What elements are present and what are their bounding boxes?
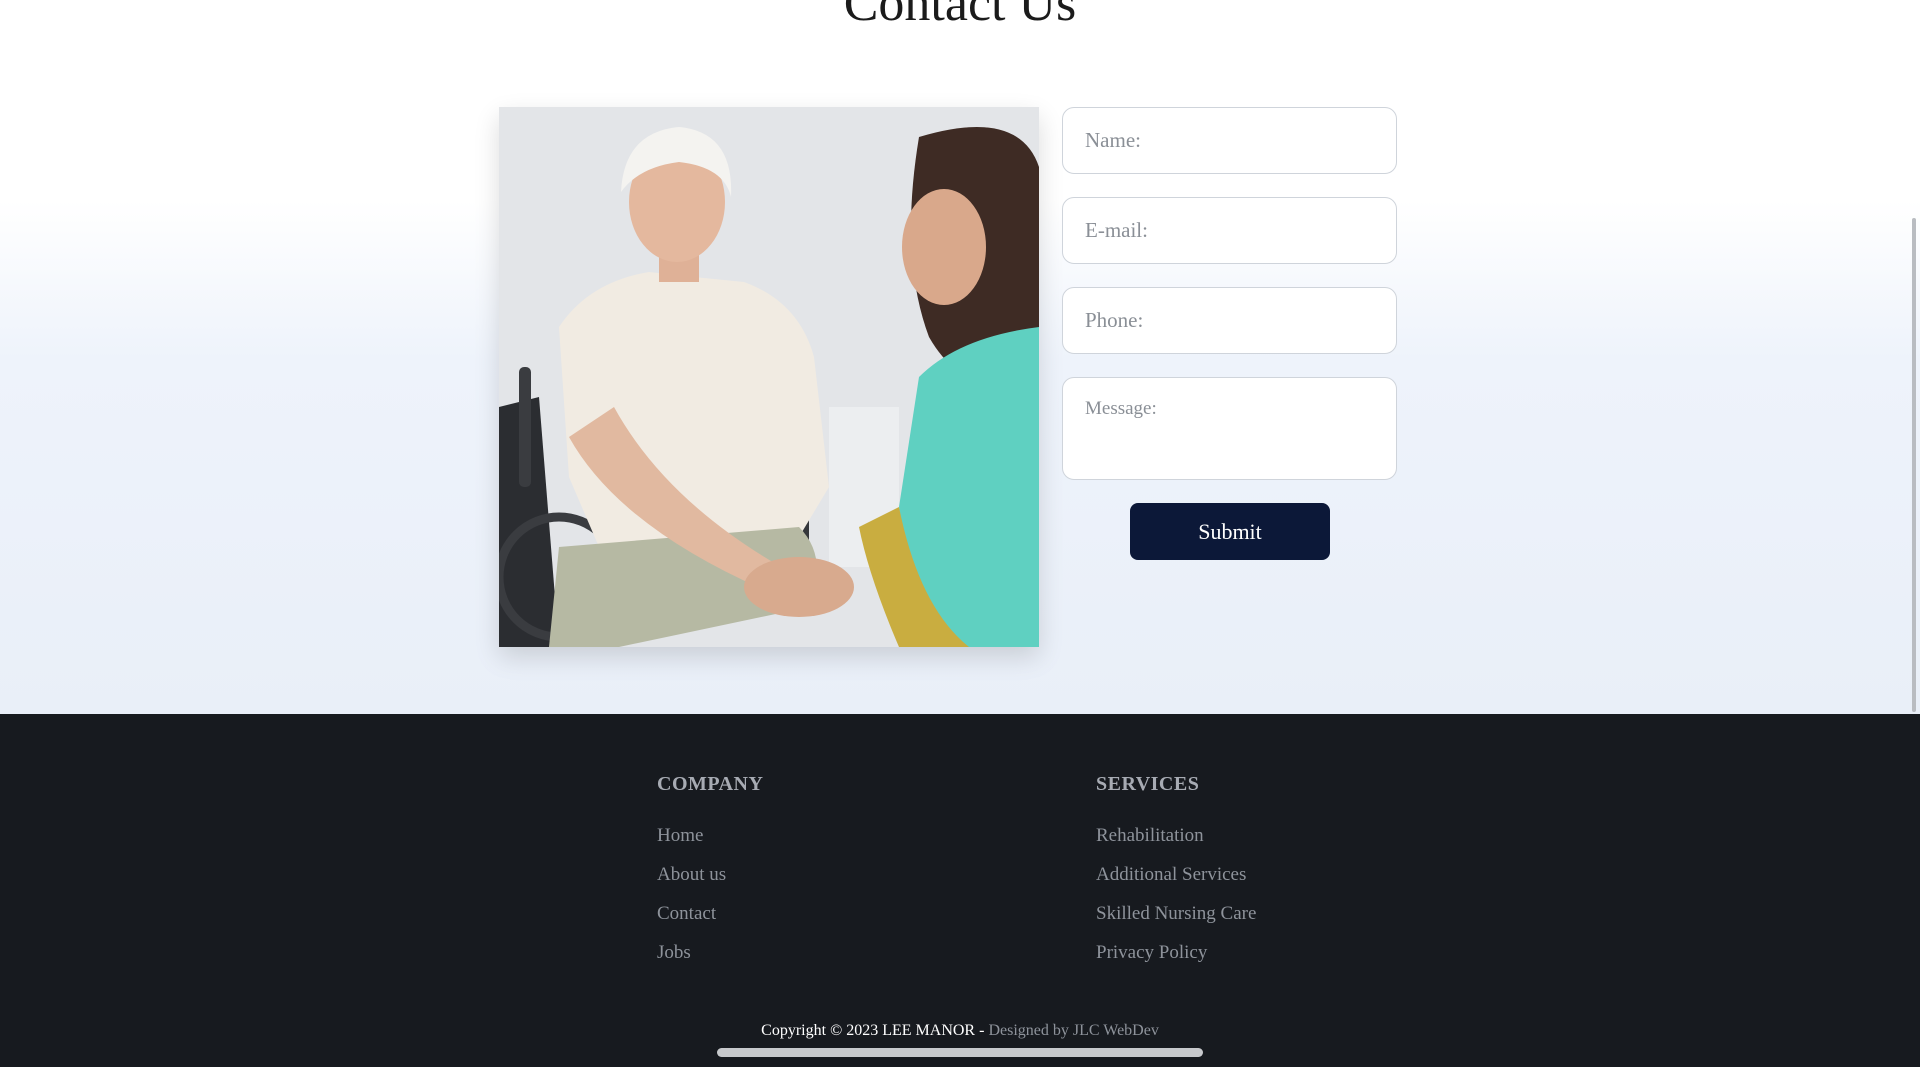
footer-services-heading: SERVICES [1096, 773, 1200, 795]
email-input[interactable] [1062, 197, 1397, 264]
caregiver-photo [499, 107, 1039, 647]
footer-link-contact[interactable]: Contact [657, 894, 763, 933]
footer-link-about-us[interactable]: About us [657, 855, 763, 894]
name-input[interactable] [1062, 107, 1397, 174]
page-title: Contact Us [843, 0, 1077, 32]
footer-link-skilled-nursing-care[interactable]: Skilled Nursing Care [1096, 894, 1256, 933]
contact-section: Contact Us Name: E-mail: Phone: Message:… [0, 0, 1920, 714]
footer-link-privacy-policy[interactable]: Privacy Policy [1096, 933, 1256, 972]
phone-input[interactable] [1062, 287, 1397, 354]
submit-button[interactable]: Submit [1130, 503, 1330, 560]
copyright-line: Copyright © 2023 LEE MANOR - Designed by… [0, 1022, 1920, 1040]
horizontal-scrollbar[interactable] [717, 1048, 1203, 1057]
message-textarea[interactable] [1062, 377, 1397, 480]
footer-link-home[interactable]: Home [657, 816, 763, 855]
footer-link-additional-services[interactable]: Additional Services [1096, 855, 1256, 894]
copyright-text: Copyright © 2023 LEE MANOR - [761, 1022, 989, 1039]
footer-company-column: COMPANY Home About us Contact Jobs [657, 770, 763, 972]
vertical-scrollbar[interactable] [1912, 218, 1916, 712]
footer: COMPANY Home About us Contact Jobs SERVI… [0, 714, 1920, 1067]
footer-services-column: SERVICES Rehabilitation Additional Servi… [1096, 770, 1256, 972]
footer-link-rehabilitation[interactable]: Rehabilitation [1096, 816, 1256, 855]
footer-link-jobs[interactable]: Jobs [657, 933, 763, 972]
footer-company-heading: COMPANY [657, 773, 764, 795]
designer-link[interactable]: Designed by JLC WebDev [988, 1022, 1158, 1039]
